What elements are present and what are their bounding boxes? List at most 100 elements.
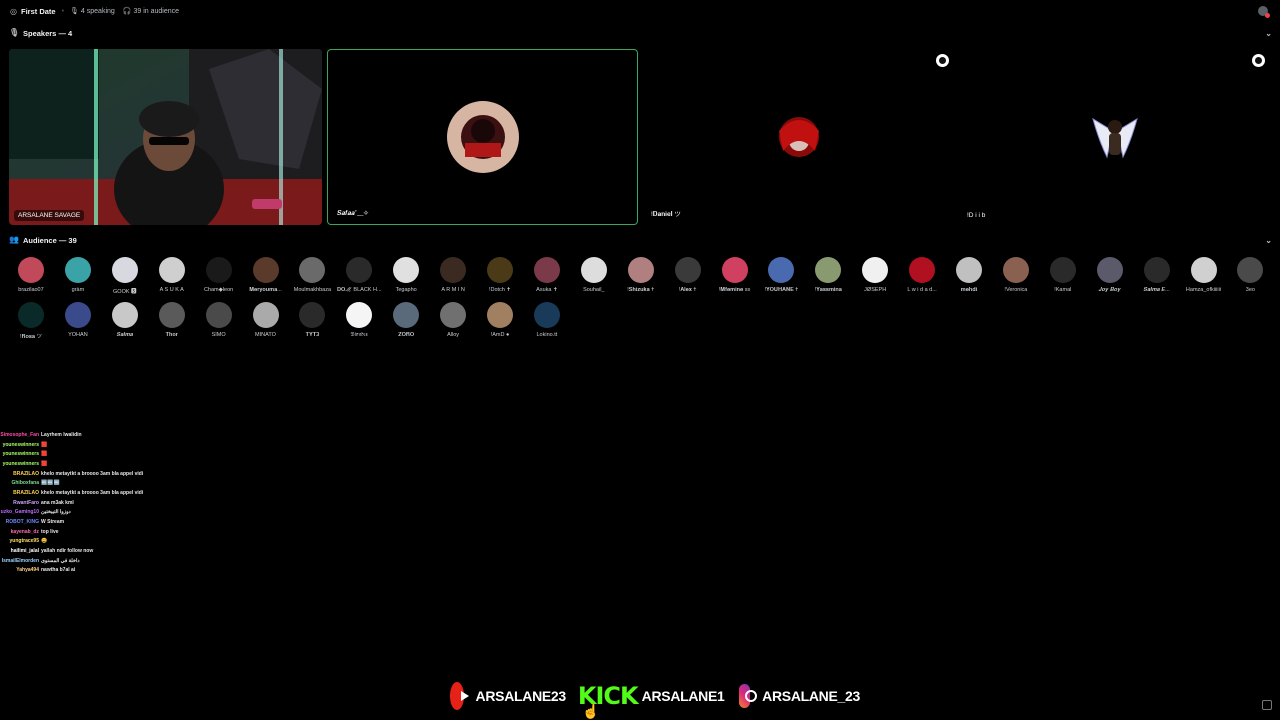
chat-text: 🟥: [41, 441, 48, 448]
audience-member[interactable]: !𝐘𝐚𝐬𝐬𝐦𝐢𝐧𝐚: [805, 257, 851, 294]
audience-avatar: [393, 302, 420, 328]
audience-member[interactable]: 𝐓𝐡𝐨𝐫: [149, 302, 195, 339]
speaker-avatar: [446, 101, 519, 173]
chat-message: Ghiboxfana 🔤🔤🔤: [0, 478, 220, 488]
fullscreen-icon[interactable]: [1262, 700, 1272, 710]
chat-text: 🟥: [41, 460, 48, 467]
audience-member[interactable]: JØSEPH: [852, 257, 898, 293]
chevron-down-icon[interactable]: ⌄: [1265, 236, 1272, 245]
audience-member[interactable]: A R M I N: [430, 257, 476, 293]
chat-username: ROBOT_KING: [5, 519, 39, 526]
chat-message: uzko_Gaming10 دوزوا التيبختين: [0, 508, 220, 518]
chat-message: RwantFaro ana m3ak kml: [0, 498, 220, 508]
audience-header-label: Audience — 39: [23, 235, 77, 245]
chat-username: Yahya494: [16, 567, 39, 574]
audience-member-name: Asuka ✝: [536, 287, 558, 293]
audience-member[interactable]: !𝐀𝐥𝐞𝐱 ✝: [665, 257, 711, 294]
audience-avatar: [1190, 257, 1217, 283]
chat-message: hailimi_jalal yallah ndir follow now: [0, 546, 220, 556]
audience-member[interactable]: Tegapho: [383, 257, 429, 293]
volume-icon[interactable]: [936, 54, 949, 67]
audience-member-name: YOHAN: [68, 332, 88, 338]
audience-count-label: 39 in audience: [133, 7, 180, 15]
audience-member[interactable]: brazilao07: [8, 257, 54, 293]
audience-member[interactable]: !𝐘𝐎𝐔𝐇𝐀𝐍𝐄 ✝: [758, 257, 804, 294]
speaker-name: !𝐃𝐚𝐧𝐢𝐞𝐥 ツ: [647, 206, 685, 221]
audience-member[interactable]: !𝐌𝐟𝐞𝐦𝐢𝐧𝐞 ss: [712, 257, 758, 294]
instagram-icon: [738, 684, 756, 708]
chat-username: uzko_Gaming10: [0, 509, 39, 516]
audience-member[interactable]: 𝐙𝐎𝐑𝐎: [383, 302, 429, 339]
audience-member[interactable]: Cham◆leon: [196, 257, 242, 293]
channel-topbar: ◎ First Date • 🎙 4 speaking 🎧 39 in audi…: [0, 0, 1280, 22]
audience-member[interactable]: Moulmakhbaza: [289, 257, 335, 293]
chat-username: Ghiboxfana: [11, 480, 39, 487]
audience-member[interactable]: Hamza_ofkiiiiii: [1181, 257, 1227, 293]
chat-text: 🔤🔤🔤: [41, 480, 60, 487]
audience-member-name: !Veronica: [1004, 287, 1028, 293]
audience-member-name: 𝐙𝐎𝐑𝐎: [398, 332, 415, 338]
audience-member[interactable]: Souhail_: [571, 257, 617, 293]
audience-member[interactable]: MINATO: [243, 302, 289, 338]
audience-member[interactable]: GOOK 🆂: [102, 257, 148, 295]
audience-avatar: [721, 257, 748, 283]
chat-text: دوزوا التيبختين: [41, 509, 71, 516]
chat-text: داخلة في المستوى: [41, 557, 80, 564]
audience-member[interactable]: L w i d a d...: [899, 257, 945, 293]
volume-icon[interactable]: [1252, 54, 1265, 67]
audience-member[interactable]: 𝐦𝐞𝐡𝐝𝐢: [946, 257, 992, 294]
audience-member-name: MINATO: [255, 332, 276, 338]
audience-member[interactable]: Lokino.tt: [524, 302, 570, 338]
audience-avatar: [815, 257, 842, 283]
speaker-name: !D i i b: [963, 210, 990, 221]
audience-member[interactable]: 𝑱𝒐𝒚 𝑩𝒐𝒚: [1087, 257, 1133, 294]
audience-member[interactable]: !𝐒𝐡𝐢𝐳𝐮𝐤𝐚 ✝: [618, 257, 664, 294]
speaker-tile[interactable]: !𝐃𝐚𝐧𝐢𝐞𝐥 ツ: [642, 49, 955, 225]
audience-member[interactable]: Alloy: [430, 302, 476, 338]
audience-member[interactable]: !Kamal: [1040, 257, 1086, 293]
audience-member[interactable]: 𝔅𝔦𝔬𝔫𝔡𝔢𝔵: [336, 302, 382, 339]
audience-member[interactable]: SIMO: [196, 302, 242, 338]
chat-message: BRAZILAO khelo metaytkt a broooo 3am bla …: [0, 488, 220, 498]
user-status-icon[interactable]: [1258, 6, 1270, 18]
audience-member-name: A S U K A: [159, 287, 184, 293]
speaker-tile-video[interactable]: ARSALANE SAVAGE: [9, 49, 322, 225]
audience-section-header[interactable]: 👥 Audience — 39 ⌄: [0, 232, 1280, 248]
audience-member-name: Lokino.tt: [536, 332, 558, 338]
audience-avatar: [956, 257, 982, 283]
audience-member[interactable]: A S U K A: [149, 257, 195, 293]
audience-member[interactable]: 𝐃𝐎ℳ BLACK H...: [336, 257, 382, 294]
chevron-down-icon[interactable]: ⌄: [1265, 29, 1272, 38]
audience-member[interactable]: !AmD ●: [477, 302, 523, 338]
chat-message: ROBOT_KING W Stream: [0, 517, 220, 527]
audience-avatar: [205, 257, 232, 283]
audience-member[interactable]: gràm: [55, 257, 101, 293]
chat-message: Yahya494 nawtha b7al ai: [0, 566, 220, 576]
audience-member[interactable]: YOHAN: [55, 302, 101, 338]
audience-member[interactable]: !Dotch ✝: [477, 257, 523, 293]
speakers-section-header[interactable]: 🎙 Speakers — 4 ⌄: [0, 25, 1280, 41]
audience-member-name: 𝐦𝐞𝐡𝐝𝐢: [960, 287, 978, 293]
audience-member[interactable]: !Veronica: [993, 257, 1039, 293]
stage-channel-icon: ◎: [10, 6, 17, 16]
audience-avatar: [533, 302, 560, 328]
audience-member[interactable]: 𝑺𝒂𝒍𝒎𝒂: [102, 302, 148, 339]
audience-member[interactable]: 𝐓𝐘𝐓𝟑: [289, 302, 335, 339]
audience-member[interactable]: 𝑺𝒂𝒍𝒎𝒂 𝑬...: [1134, 257, 1180, 294]
speaker-avatar: [1079, 101, 1151, 173]
audience-avatar: [627, 257, 654, 283]
audience-member[interactable]: 𝐌𝐞𝐫𝐲𝐨𝐮𝐦𝐚...: [243, 257, 289, 294]
chat-username: youneswinners: [2, 451, 39, 458]
speaker-tile-active[interactable]: 𝑺𝒂𝒇𝒂𝒂˚﹏✧: [327, 49, 638, 225]
audience-member-name: !𝐘𝐎𝐔𝐇𝐀𝐍𝐄 ✝: [764, 287, 799, 293]
speaker-name: ARSALANE SAVAGE: [14, 210, 85, 221]
audience-member[interactable]: Asuka ✝: [524, 257, 570, 293]
audience-member[interactable]: 3eo: [1227, 257, 1273, 293]
speaker-tile[interactable]: !D i i b: [958, 49, 1271, 225]
audience-member-name: Alloy: [447, 332, 460, 338]
audience-member-name: !AmD ●: [490, 332, 510, 338]
audience-member-name: !𝐑𝐨𝐬𝐚 ツ: [19, 334, 43, 340]
audience-member[interactable]: !𝐑𝐨𝐬𝐚 ツ: [8, 302, 54, 341]
audience-avatar: [487, 257, 513, 283]
chat-username: youneswinners: [2, 460, 39, 467]
